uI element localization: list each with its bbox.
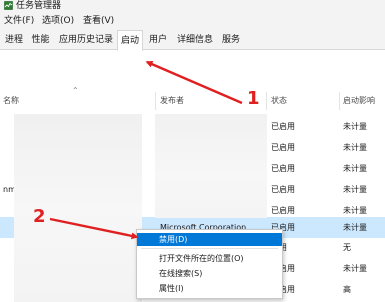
annotation-arrow-2 bbox=[49, 217, 139, 240]
annotation-overlay bbox=[49, 60, 243, 240]
annotation-marker-1: 1 bbox=[247, 88, 260, 109]
annotation-marker-2: 2 bbox=[33, 206, 46, 227]
annotation-arrow-1 bbox=[145, 60, 243, 105]
